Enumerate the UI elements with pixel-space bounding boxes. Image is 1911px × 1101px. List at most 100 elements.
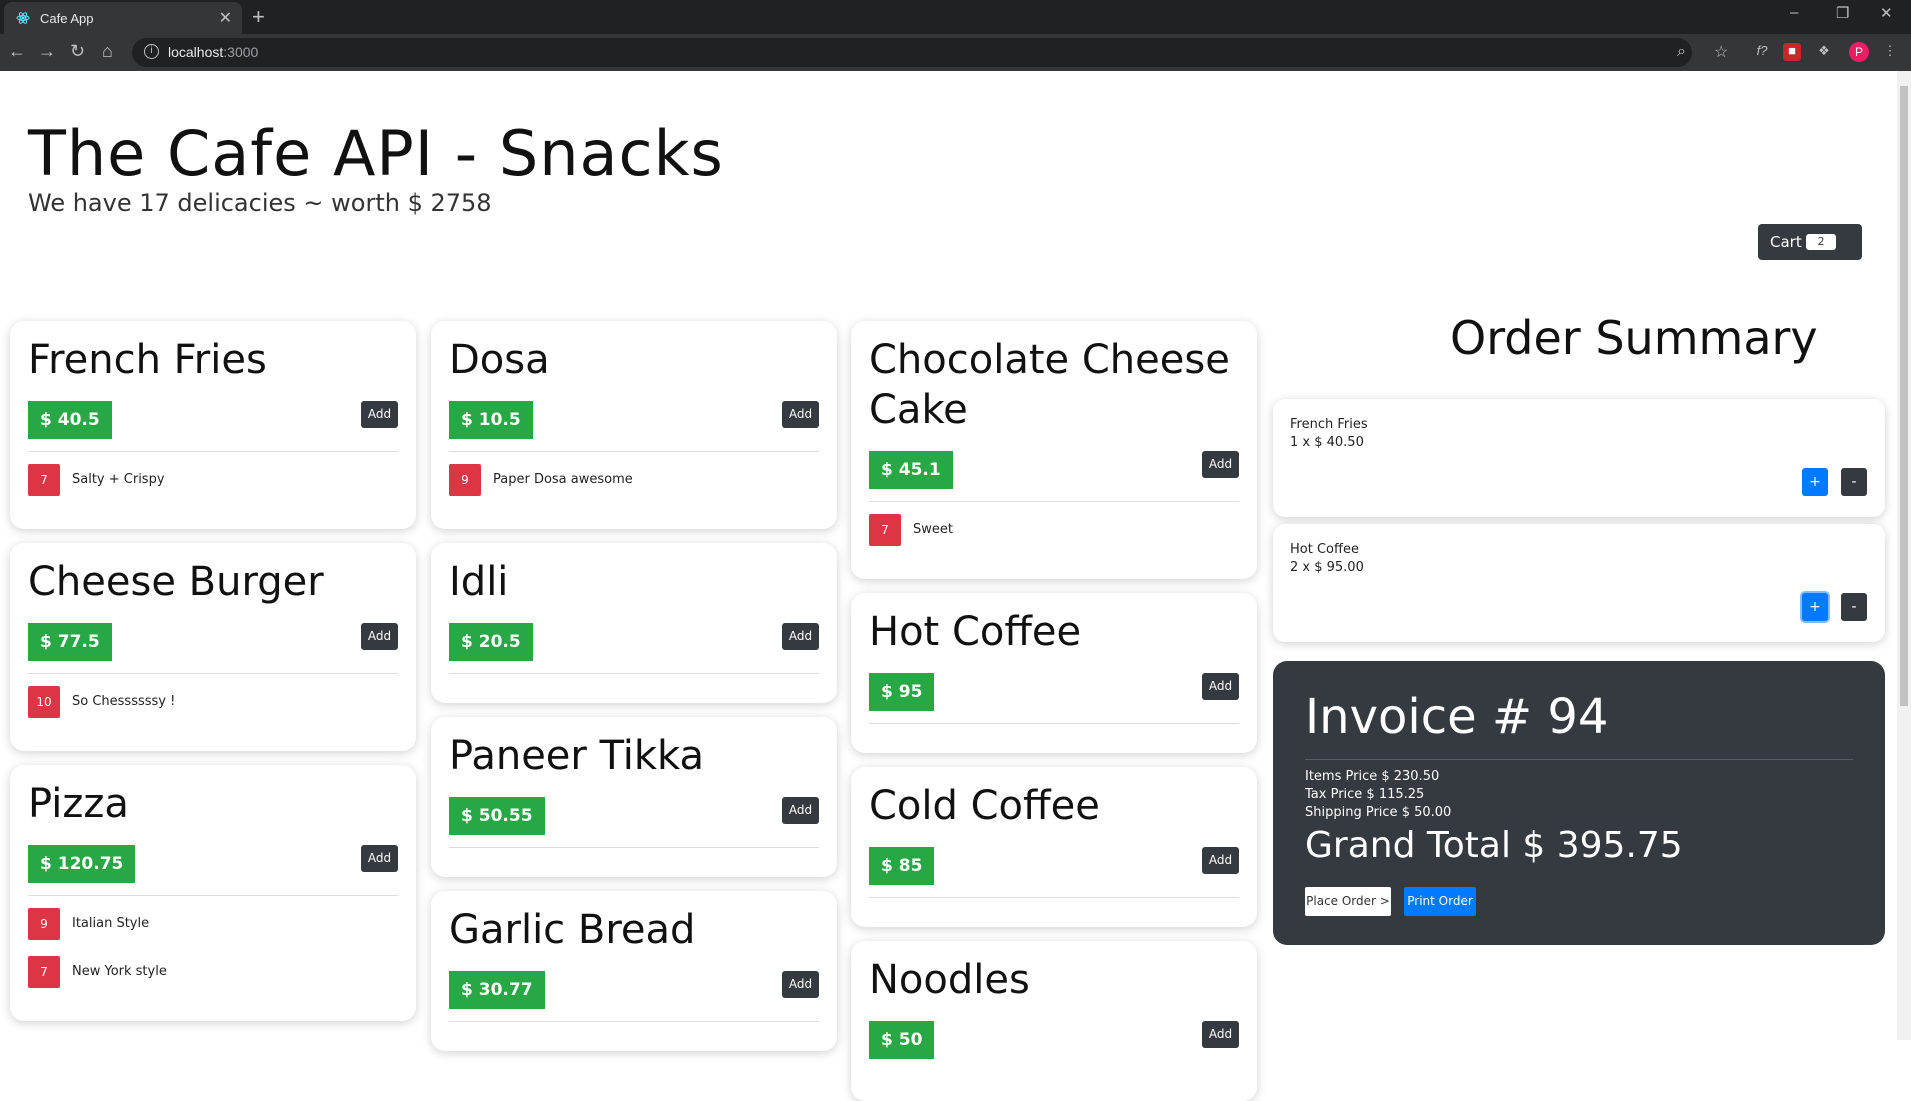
price-badge: $ 85 <box>869 847 935 885</box>
decrease-qty-button[interactable]: - <box>1841 593 1867 621</box>
divider <box>28 673 398 674</box>
cart-label: Cart <box>1770 233 1802 251</box>
divider <box>449 847 819 848</box>
minimize-icon[interactable]: – <box>1790 4 1798 21</box>
menu-card-chocolate-cheese-cake: Chocolate Cheese Cake $ 45.1 Add 7 Sweet <box>851 321 1257 579</box>
price-badge: $ 50 <box>869 1021 935 1059</box>
menu-card-pizza: Pizza $ 120.75 Add 9 Italian Style 7 New… <box>10 765 416 1021</box>
forward-icon[interactable]: → <box>38 41 56 62</box>
items-price: Items Price $ 230.50 <box>1305 769 1440 784</box>
price-badge: $ 50.55 <box>449 797 545 835</box>
close-window-icon[interactable]: ✕ <box>1880 4 1893 22</box>
restore-icon[interactable]: ❐ <box>1836 4 1849 22</box>
divider <box>869 723 1239 724</box>
menu-card-french-fries: French Fries $ 40.5 Add 7 Salty + Crispy <box>10 321 416 529</box>
extension-red-icon[interactable]: ■ <box>1783 43 1801 61</box>
add-button[interactable]: Add <box>1202 673 1239 700</box>
add-button[interactable]: Add <box>782 401 819 428</box>
add-button[interactable]: Add <box>361 845 398 872</box>
cart-count-badge: 2 <box>1806 234 1836 250</box>
back-icon[interactable]: ← <box>8 41 26 62</box>
site-info-icon[interactable]: i <box>144 44 159 59</box>
price-badge: $ 95 <box>869 673 935 711</box>
add-button[interactable]: Add <box>361 623 398 650</box>
divider <box>1305 759 1853 760</box>
decrease-qty-button[interactable]: - <box>1841 468 1867 496</box>
bookmark-star-icon[interactable]: ☆ <box>1714 42 1728 62</box>
price-badge: $ 20.5 <box>449 623 533 661</box>
print-order-button[interactable]: Print Order <box>1404 887 1476 916</box>
tag-count-badge: 9 <box>449 464 481 496</box>
extensions-puzzle-icon[interactable]: ❖ <box>1815 43 1833 61</box>
react-icon <box>16 12 30 24</box>
tag-text: So Chessssssy ! <box>72 694 176 709</box>
item-name: Paneer Tikka <box>449 733 705 779</box>
home-icon[interactable]: ⌂ <box>102 41 113 62</box>
item-name: Noodles <box>869 957 1030 1003</box>
page: The Cafe API - Snacks We have 17 delicac… <box>0 71 1897 1101</box>
tag-count-badge: 7 <box>869 514 901 546</box>
add-button[interactable]: Add <box>361 401 398 428</box>
divider <box>28 895 398 896</box>
divider <box>869 501 1239 502</box>
add-button[interactable]: Add <box>1202 451 1239 478</box>
item-name: Chocolate Cheese Cake <box>869 337 1230 433</box>
menu-card-dosa: Dosa $ 10.5 Add 9 Paper Dosa awesome <box>431 321 837 529</box>
invoice-title: Invoice # 94 <box>1305 689 1609 745</box>
formula-extension-icon[interactable]: f? <box>1753 43 1771 61</box>
new-tab-button[interactable]: + <box>252 4 265 30</box>
page-scrollbar[interactable] <box>1897 71 1911 1040</box>
tag-count-badge: 7 <box>28 464 60 496</box>
divider <box>449 673 819 674</box>
add-button[interactable]: Add <box>782 971 819 998</box>
price-badge: $ 120.75 <box>28 845 136 883</box>
price-badge: $ 45.1 <box>869 451 953 489</box>
browser-tab[interactable]: Cafe App ✕ <box>4 2 242 34</box>
page-subtitle: We have 17 delicacies ~ worth $ 2758 <box>28 189 492 217</box>
menu-card-cold-coffee: Cold Coffee $ 85 Add <box>851 767 1257 927</box>
zoom-icon[interactable]: ⌕ <box>1677 43 1686 61</box>
reload-icon[interactable]: ↻ <box>70 41 85 62</box>
browser-toolbar: ← → ↻ ⌂ i localhost:3000 ⌕ ☆ f? ■ ❖ P ⋮ <box>0 34 1911 71</box>
url-text: localhost:3000 <box>168 44 258 60</box>
tag-text: Sweet <box>913 522 953 537</box>
divider <box>449 1021 819 1022</box>
tax-price: Tax Price $ 115.25 <box>1305 787 1425 802</box>
increase-qty-button[interactable]: + <box>1802 593 1828 621</box>
price-badge: $ 40.5 <box>28 401 112 439</box>
cart-button[interactable]: Cart 2 <box>1758 224 1862 260</box>
summary-item-name: French Fries <box>1290 417 1368 432</box>
menu-card-idli: Idli $ 20.5 Add <box>431 543 837 703</box>
divider <box>28 451 398 452</box>
item-name: Hot Coffee <box>869 609 1082 655</box>
price-badge: $ 30.77 <box>449 971 545 1009</box>
address-bar[interactable]: i localhost:3000 ⌕ <box>132 38 1692 67</box>
invoice-panel: Invoice # 94 Items Price $ 230.50 Tax Pr… <box>1273 661 1885 945</box>
add-button[interactable]: Add <box>1202 847 1239 874</box>
tab-title: Cafe App <box>40 11 94 26</box>
shipping-price: Shipping Price $ 50.00 <box>1305 805 1452 820</box>
item-name: Idli <box>449 559 509 605</box>
add-button[interactable]: Add <box>782 797 819 824</box>
divider <box>449 451 819 452</box>
price-badge: $ 10.5 <box>449 401 533 439</box>
add-button[interactable]: Add <box>1202 1021 1239 1048</box>
menu-card-garlic-bread: Garlic Bread $ 30.77 Add <box>431 891 837 1051</box>
tag-text: Salty + Crispy <box>72 472 165 487</box>
item-name: French Fries <box>28 337 267 383</box>
tag-text: Paper Dosa awesome <box>493 472 633 487</box>
place-order-button[interactable]: Place Order > <box>1305 887 1391 916</box>
divider <box>869 897 1239 898</box>
item-name: Pizza <box>28 781 129 827</box>
menu-card-paneer-tikka: Paneer Tikka $ 50.55 Add <box>431 717 837 877</box>
scrollbar-thumb[interactable] <box>1900 86 1908 706</box>
menu-dots-icon[interactable]: ⋮ <box>1881 43 1899 61</box>
close-tab-icon[interactable]: ✕ <box>219 8 232 28</box>
menu-card-cheese-burger: Cheese Burger $ 77.5 Add 10 So Chessssss… <box>10 543 416 751</box>
tag-text: New York style <box>72 964 167 979</box>
profile-avatar[interactable]: P <box>1849 42 1869 62</box>
add-button[interactable]: Add <box>782 623 819 650</box>
increase-qty-button[interactable]: + <box>1802 468 1828 496</box>
menu-card-noodles: Noodles $ 50 Add <box>851 941 1257 1101</box>
tag-count-badge: 9 <box>28 908 60 940</box>
